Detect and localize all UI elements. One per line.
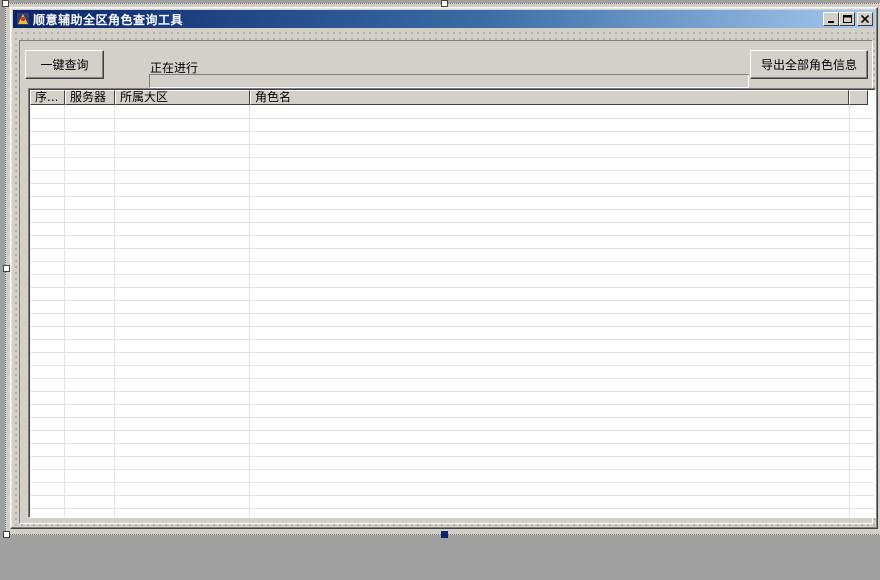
empty-row <box>30 470 874 483</box>
empty-row <box>30 288 874 301</box>
empty-row <box>30 249 874 262</box>
resize-handle-bottom-left[interactable] <box>3 531 10 538</box>
close-icon <box>861 15 869 23</box>
empty-row <box>30 236 874 249</box>
form-client-area: 一键查询 正在进行 导出全部角色信息 序... 服务器 所属大区 角色名 <box>13 30 876 526</box>
empty-row <box>30 379 874 392</box>
close-button[interactable] <box>857 12 873 26</box>
window-title: 顺意辅助全区角色查询工具 <box>33 12 184 27</box>
empty-row <box>30 327 874 340</box>
one-click-query-button[interactable]: 一键查询 <box>25 50 104 79</box>
empty-row <box>30 275 874 288</box>
list-rows <box>30 106 874 516</box>
empty-row <box>30 405 874 418</box>
title-bar[interactable]: 顺意辅助全区角色查询工具 <box>13 10 875 28</box>
maximize-button[interactable] <box>839 12 855 26</box>
export-all-roles-button[interactable]: 导出全部角色信息 <box>750 50 868 79</box>
empty-row <box>30 431 874 444</box>
empty-row <box>30 340 874 353</box>
list-header: 序... 服务器 所属大区 角色名 <box>30 90 874 105</box>
empty-row <box>30 444 874 457</box>
resize-handle-top[interactable] <box>441 0 448 7</box>
main-window: 顺意辅助全区角色查询工具 一键查询 正在进行 导出全部角色信息 序... 服务器… <box>10 7 878 529</box>
empty-row <box>30 158 874 171</box>
role-list-view[interactable]: 序... 服务器 所属大区 角色名 <box>28 88 876 518</box>
empty-row <box>30 496 874 509</box>
maximize-icon <box>842 15 852 23</box>
empty-row <box>30 184 874 197</box>
empty-row <box>30 132 874 145</box>
empty-row <box>30 509 874 517</box>
resize-handle-left[interactable] <box>3 265 10 272</box>
resize-handle-top-left[interactable] <box>2 0 9 7</box>
empty-row <box>30 392 874 405</box>
empty-row <box>30 171 874 184</box>
empty-row <box>30 301 874 314</box>
column-header-server[interactable]: 服务器 <box>65 90 115 105</box>
empty-row <box>30 314 874 327</box>
column-header-extra[interactable] <box>849 90 868 105</box>
column-header-region[interactable]: 所属大区 <box>115 90 250 105</box>
progress-bar <box>149 74 749 88</box>
minimize-button[interactable] <box>823 12 839 26</box>
wizard-app-icon <box>17 13 29 25</box>
empty-row <box>30 457 874 470</box>
resize-handle-bottom[interactable] <box>441 531 448 538</box>
column-header-role-name[interactable]: 角色名 <box>250 90 849 105</box>
empty-row <box>30 106 874 119</box>
minimize-icon <box>828 21 834 23</box>
empty-row <box>30 366 874 379</box>
empty-row <box>30 223 874 236</box>
empty-row <box>30 197 874 210</box>
empty-row <box>30 262 874 275</box>
empty-row <box>30 418 874 431</box>
empty-row <box>30 145 874 158</box>
empty-row <box>30 119 874 132</box>
empty-row <box>30 210 874 223</box>
column-header-index[interactable]: 序... <box>30 90 65 105</box>
empty-row <box>30 353 874 366</box>
empty-row <box>30 483 874 496</box>
